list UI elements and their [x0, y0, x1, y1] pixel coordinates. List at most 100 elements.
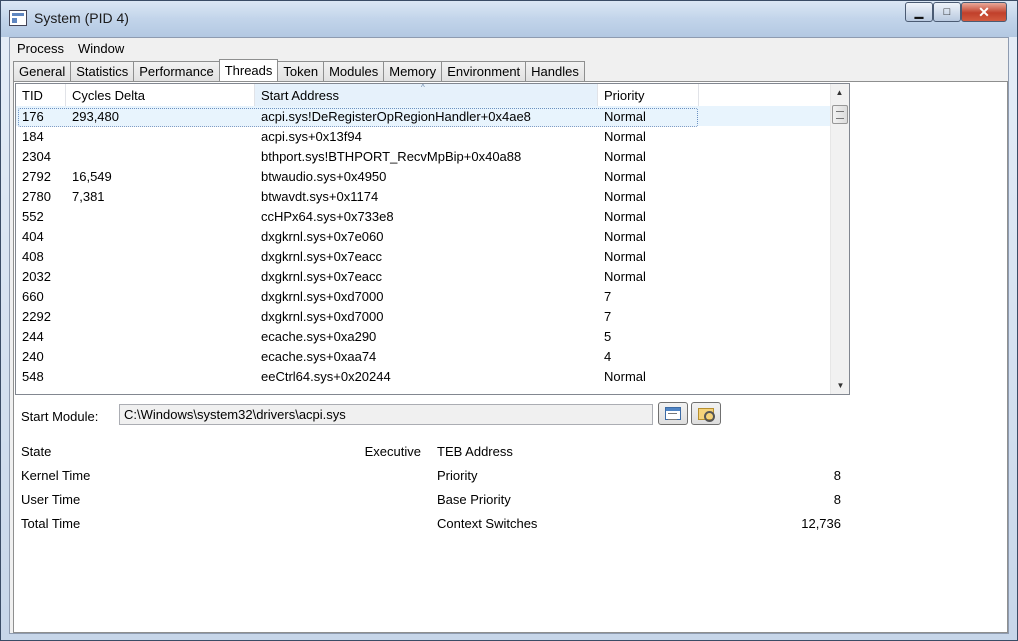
thread-start-address-cell: btwavdt.sys+0x1174	[261, 189, 379, 204]
thread-cycles-delta-cell: 7,381	[72, 189, 105, 204]
thread-row[interactable]: 240 ecache.sys+0xaa74 4	[16, 346, 830, 366]
thread-priority-cell: 5	[604, 329, 612, 344]
tab-threads[interactable]: Threads	[218, 59, 279, 81]
thread-row[interactable]: 552 ccHPx64.sys+0x733e8 Normal	[16, 206, 830, 226]
column-header-cycles-delta[interactable]: Cycles Delta	[66, 84, 255, 106]
thread-start-address-cell: eeCtrl64.sys+0x20244	[261, 369, 391, 384]
thread-row[interactable]: 2304 bthport.sys!BTHPORT_RecvMpBip+0x40a8…	[16, 146, 830, 166]
tab-strip: General Statistics Performance Threads T…	[13, 59, 585, 81]
tab-memory[interactable]: Memory	[383, 61, 443, 81]
thread-priority-cell: Normal	[604, 129, 646, 144]
tab-statistics[interactable]: Statistics	[70, 61, 135, 81]
thread-cycles-delta-cell	[66, 326, 255, 346]
thread-row[interactable]: 660 dxgkrnl.sys+0xd7000 7	[16, 286, 830, 306]
total-time-label: Total Time	[21, 516, 81, 531]
thread-tid-cell: 240	[22, 349, 44, 364]
minimize-button[interactable]: ▁	[905, 2, 933, 22]
thread-start-address-cell: dxgkrnl.sys+0x7eacc	[261, 249, 383, 264]
open-file-location-button[interactable]	[691, 402, 721, 425]
tab-environment[interactable]: Environment	[441, 61, 527, 81]
scroll-down-arrow-icon[interactable]: ▼	[832, 377, 849, 394]
start-module-label: Start Module:	[21, 409, 99, 424]
column-header-tid[interactable]: TID	[16, 84, 66, 106]
column-header-priority[interactable]: Priority	[598, 84, 699, 106]
thread-tid-cell: 408	[22, 249, 44, 264]
title-bar[interactable]: System (PID 4) ▁ □ ✕	[1, 1, 1017, 37]
thread-tid-cell: 552	[22, 209, 44, 224]
start-module-field[interactable]	[119, 404, 653, 425]
thread-tid-cell: 404	[22, 229, 44, 244]
properties-icon	[665, 407, 681, 420]
thread-priority-cell: Normal	[604, 109, 646, 124]
thread-row[interactable]: 184 acpi.sys+0x13f94 Normal	[16, 126, 830, 146]
thread-start-address-cell: dxgkrnl.sys+0xd7000	[261, 309, 384, 324]
thread-cycles-delta-cell	[66, 246, 255, 266]
thread-row[interactable]: 2292 dxgkrnl.sys+0xd7000 7	[16, 306, 830, 326]
priority-label: Priority	[437, 468, 478, 483]
teb-address-label: TEB Address	[437, 444, 513, 459]
thread-tid-cell: 2304	[22, 149, 51, 164]
menu-window[interactable]: Window	[71, 38, 131, 60]
thread-cycles-delta-cell	[66, 226, 255, 246]
threads-list[interactable]: TID Cycles Delta ^ Start Address Priorit…	[15, 83, 850, 395]
thread-row[interactable]: 408 dxgkrnl.sys+0x7eacc Normal	[16, 246, 830, 266]
tab-handles[interactable]: Handles	[525, 61, 585, 81]
window-app-icon	[9, 10, 27, 26]
thread-start-address-cell: bthport.sys!BTHPORT_RecvMpBip+0x40a88	[261, 149, 522, 164]
tab-token[interactable]: Token	[277, 61, 325, 81]
thread-row[interactable]: 2032 dxgkrnl.sys+0x7eacc Normal	[16, 266, 830, 286]
state-value: Executive	[364, 444, 421, 459]
column-header-start-address[interactable]: ^ Start Address	[255, 84, 598, 106]
thread-tid-cell: 2780	[22, 189, 51, 204]
thread-row[interactable]: 2792 16,549 btwaudio.sys+0x4950 Normal	[16, 166, 830, 186]
thread-priority-cell: Normal	[604, 169, 646, 184]
thread-cycles-delta-cell	[66, 266, 255, 286]
thread-tid-cell: 660	[22, 289, 44, 304]
thread-tid-cell: 2292	[22, 309, 51, 324]
tab-general[interactable]: General	[13, 61, 72, 81]
menu-bar: Process Window	[10, 38, 1008, 60]
kernel-time-label: Kernel Time	[21, 468, 91, 483]
menu-process[interactable]: Process	[10, 38, 71, 60]
thread-priority-cell: Normal	[604, 189, 646, 204]
thread-row[interactable]: 244 ecache.sys+0xa290 5	[16, 326, 830, 346]
thread-row[interactable]: 404 dxgkrnl.sys+0x7e060 Normal	[16, 226, 830, 246]
scroll-up-arrow-icon[interactable]: ▲	[831, 84, 848, 101]
thread-priority-cell: 7	[604, 289, 612, 304]
thread-start-address-cell: acpi.sys+0x13f94	[261, 129, 362, 144]
thread-row[interactable]: 548 eeCtrl64.sys+0x20244 Normal	[16, 366, 830, 386]
process-properties-window: System (PID 4) ▁ □ ✕ Process Window Gene…	[0, 0, 1018, 641]
column-header-start-address-label: Start Address	[261, 88, 340, 103]
state-label: State	[21, 444, 52, 459]
client-area: Process Window General Statistics Perfor…	[9, 37, 1009, 634]
thread-cycles-delta-cell	[66, 206, 255, 226]
threads-panel: TID Cycles Delta ^ Start Address Priorit…	[13, 81, 1008, 633]
maximize-button[interactable]: □	[933, 2, 961, 22]
tab-performance[interactable]: Performance	[133, 61, 220, 81]
thread-row[interactable]: 2780 7,381 btwavdt.sys+0x1174 Normal	[16, 186, 830, 206]
thread-cycles-delta-cell: 293,480	[72, 109, 119, 124]
scrollbar-thumb[interactable]	[832, 105, 848, 124]
thread-start-address-cell: dxgkrnl.sys+0x7e060	[261, 229, 384, 244]
thread-tid-cell: 176	[22, 109, 44, 124]
vertical-scrollbar[interactable]: ▲ ▼	[830, 84, 849, 394]
thread-tid-cell: 2032	[22, 269, 51, 284]
thread-start-address-cell: btwaudio.sys+0x4950	[261, 169, 387, 184]
thread-start-address-cell: ecache.sys+0xa290	[261, 329, 377, 344]
priority-value: 8	[833, 468, 841, 483]
thread-tid-cell: 2792	[22, 169, 51, 184]
user-time-label: User Time	[21, 492, 81, 507]
module-properties-button[interactable]	[658, 402, 688, 425]
thread-cycles-delta-cell	[66, 366, 255, 386]
thread-cycles-delta-cell	[66, 126, 255, 146]
context-switches-label: Context Switches	[437, 516, 538, 531]
thread-priority-cell: Normal	[604, 149, 646, 164]
thread-cycles-delta-cell	[66, 346, 255, 366]
thread-row[interactable]: 176 293,480 acpi.sys!DeRegisterOpRegionHan…	[16, 106, 830, 126]
thread-priority-cell: Normal	[604, 249, 646, 264]
thread-tid-cell: 184	[22, 129, 44, 144]
tab-modules[interactable]: Modules	[323, 61, 385, 81]
thread-priority-cell: Normal	[604, 229, 646, 244]
base-priority-value: 8	[833, 492, 841, 507]
close-button[interactable]: ✕	[961, 2, 1007, 22]
